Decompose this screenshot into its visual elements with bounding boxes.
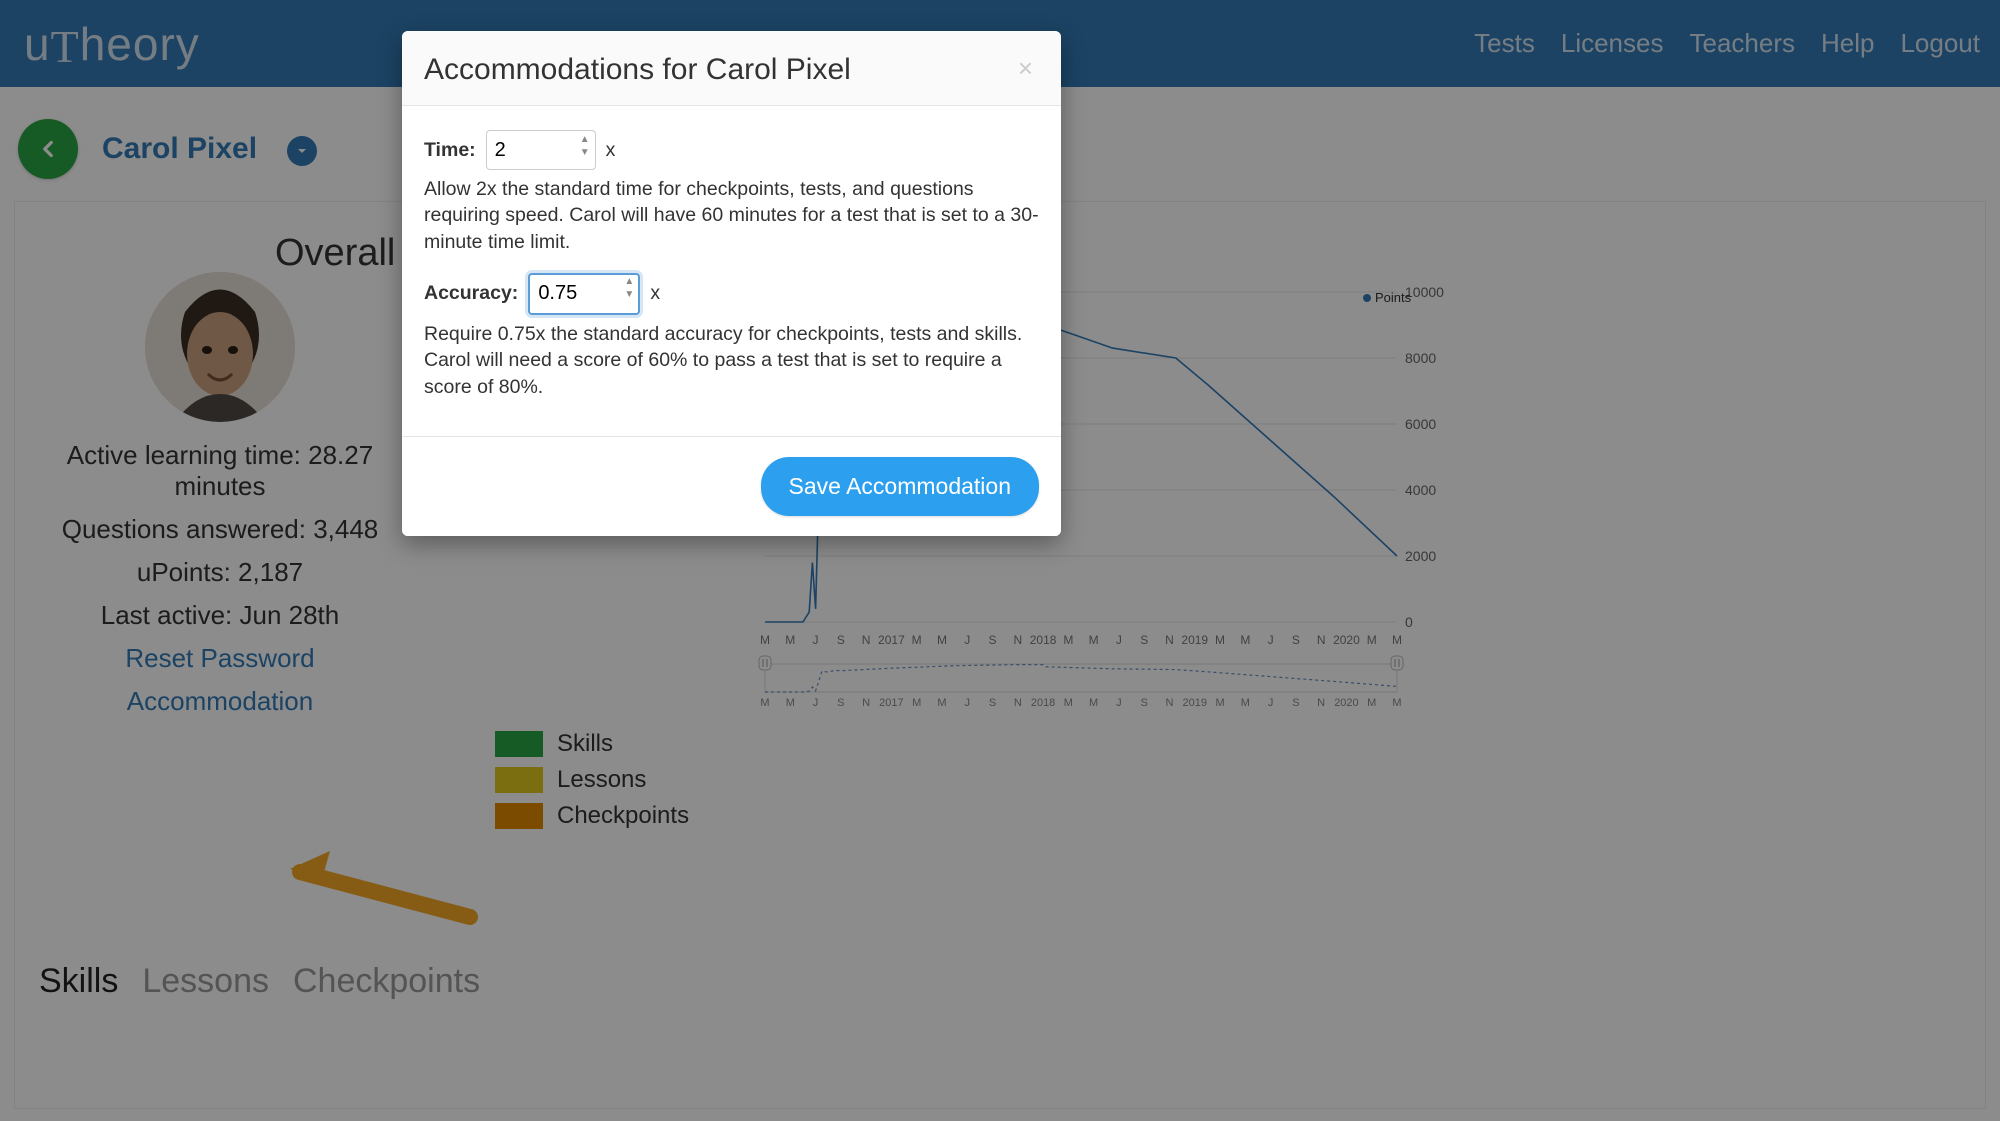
save-accommodation-button[interactable]: Save Accommodation xyxy=(761,457,1039,516)
time-description: Allow 2x the standard time for checkpoin… xyxy=(424,176,1039,255)
time-step-down[interactable]: ▼ xyxy=(578,146,592,159)
time-suffix: x xyxy=(606,139,616,162)
modal-title: Accommodations for Carol Pixel xyxy=(424,53,851,87)
time-step-up[interactable]: ▲ xyxy=(578,133,592,146)
accuracy-suffix: x xyxy=(650,282,660,305)
accuracy-step-down[interactable]: ▼ xyxy=(622,289,636,302)
accuracy-description: Require 0.75x the standard accuracy for … xyxy=(424,321,1039,400)
close-icon[interactable]: × xyxy=(1012,53,1039,83)
accuracy-step-up[interactable]: ▲ xyxy=(622,276,636,289)
accuracy-label: Accuracy: xyxy=(424,282,518,305)
accommodation-modal: Accommodations for Carol Pixel × Time: ▲… xyxy=(402,31,1061,536)
time-label: Time: xyxy=(424,139,476,162)
